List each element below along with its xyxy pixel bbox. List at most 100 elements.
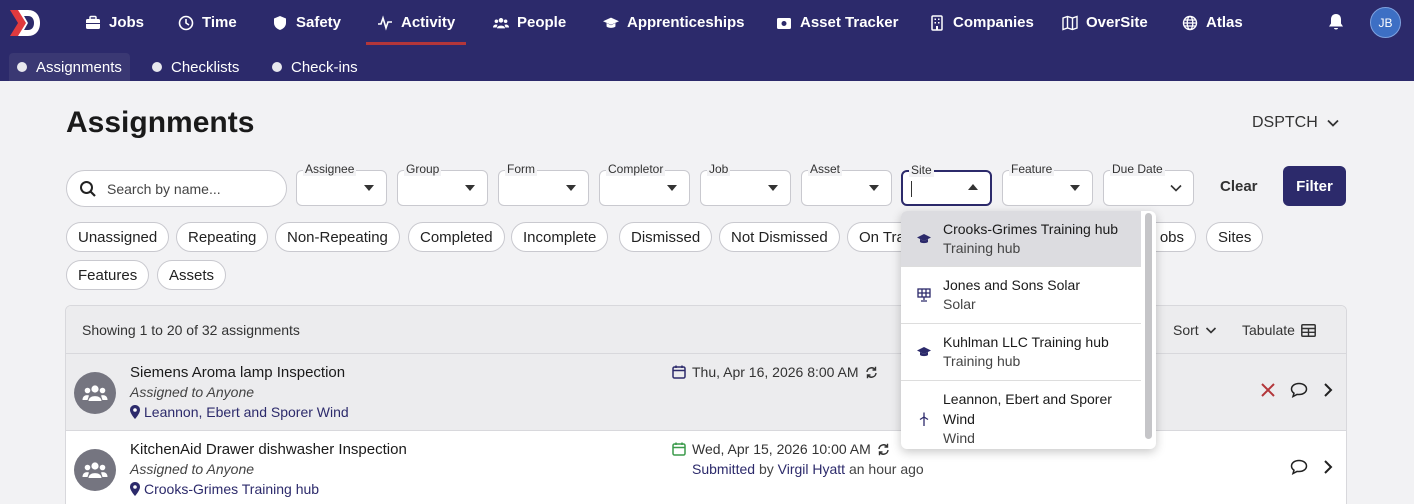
repeat-icon bbox=[865, 366, 877, 378]
chevron-right-icon[interactable] bbox=[1322, 382, 1334, 398]
chip-assets[interactable]: Assets bbox=[157, 260, 227, 290]
assignee-label: Assignee bbox=[303, 162, 357, 176]
nav-atlas[interactable]: Atlas bbox=[1182, 0, 1243, 45]
caret-down-icon bbox=[667, 185, 677, 191]
chip-non-repeating[interactable]: Non-Repeating bbox=[275, 222, 400, 252]
comment-icon[interactable] bbox=[1290, 459, 1308, 475]
nav-oversite-label: OverSite bbox=[1086, 14, 1148, 31]
wind-turbine-icon bbox=[919, 412, 929, 426]
dot-icon bbox=[17, 62, 27, 72]
tabulate-label: Tabulate bbox=[1242, 322, 1295, 338]
chip-completed[interactable]: Completed bbox=[408, 222, 505, 252]
sort-button[interactable]: Sort bbox=[1173, 322, 1217, 338]
asset-select[interactable]: Asset bbox=[801, 162, 892, 206]
chevron-right-icon[interactable] bbox=[1322, 459, 1334, 475]
map-icon bbox=[1062, 15, 1078, 30]
results-count: Showing 1 to 20 of 32 assignments bbox=[82, 322, 300, 338]
filter-button[interactable]: Filter bbox=[1283, 166, 1346, 206]
assignment-title[interactable]: Siemens Aroma lamp Inspection bbox=[130, 364, 345, 381]
app-logo[interactable] bbox=[8, 8, 42, 38]
assignee-select[interactable]: Assignee bbox=[296, 162, 387, 206]
site-option[interactable]: Leannon, Ebert and Sporer Wind Wind bbox=[901, 381, 1141, 449]
nav-safety-label: Safety bbox=[296, 14, 342, 31]
nav-activity[interactable]: Activity bbox=[365, 0, 467, 45]
graduation-cap-icon bbox=[917, 347, 931, 357]
feature-select[interactable]: Feature bbox=[1002, 162, 1093, 206]
location-link[interactable]: Leannon, Ebert and Sporer Wind bbox=[130, 404, 349, 420]
caret-down-icon bbox=[768, 185, 778, 191]
page-title: Assignments bbox=[66, 106, 255, 139]
people-icon bbox=[82, 385, 108, 401]
chip-unassigned[interactable]: Unassigned bbox=[66, 222, 170, 252]
map-pin-icon bbox=[130, 482, 140, 496]
assignment-title[interactable]: KitchenAid Drawer dishwasher Inspection bbox=[130, 441, 407, 458]
nav-people[interactable]: People bbox=[493, 0, 566, 45]
due-date: Thu, Apr 16, 2026 8:00 AM bbox=[672, 364, 878, 380]
site-select[interactable]: Site bbox=[901, 163, 992, 206]
group-label: Group bbox=[404, 162, 442, 176]
nav-apprenticeships[interactable]: Apprenticeships bbox=[603, 0, 745, 45]
nav-atlas-label: Atlas bbox=[1206, 14, 1243, 31]
subnav-assignments[interactable]: Assignments bbox=[9, 53, 130, 81]
nav-oversite[interactable]: OverSite bbox=[1062, 0, 1148, 45]
site-option-type: Training hub bbox=[943, 353, 1021, 369]
chip-repeating[interactable]: Repeating bbox=[176, 222, 269, 252]
subnav-checklists[interactable]: Checklists bbox=[144, 53, 247, 81]
dropdown-scrollbar[interactable] bbox=[1145, 213, 1152, 439]
group-avatar bbox=[74, 449, 116, 491]
subnav-check-ins[interactable]: Check-ins bbox=[264, 53, 366, 81]
user-avatar[interactable]: JB bbox=[1370, 7, 1401, 38]
due-date-select[interactable]: Due Date bbox=[1103, 162, 1194, 206]
group-select[interactable]: Group bbox=[397, 162, 488, 206]
nav-safety[interactable]: Safety bbox=[272, 0, 341, 45]
group-avatar bbox=[74, 372, 116, 414]
calendar-check-icon bbox=[672, 442, 686, 456]
caret-up-icon bbox=[968, 184, 978, 190]
chevron-down-icon bbox=[1170, 184, 1182, 192]
chip-sites[interactable]: Sites bbox=[1206, 222, 1264, 252]
text-cursor bbox=[911, 181, 912, 197]
org-selector[interactable]: DSPTCH bbox=[1252, 114, 1340, 132]
submitter-link[interactable]: Virgil Hyatt bbox=[778, 461, 845, 477]
subnav-checklists-label: Checklists bbox=[171, 58, 240, 76]
chip-features[interactable]: Features bbox=[66, 260, 150, 290]
subnav-check-ins-label: Check-ins bbox=[291, 58, 358, 76]
nav-time[interactable]: Time bbox=[178, 0, 237, 45]
location-link[interactable]: Crooks-Grimes Training hub bbox=[130, 481, 319, 497]
site-option[interactable]: Crooks-Grimes Training hub Training hub bbox=[901, 211, 1141, 267]
tabulate-button[interactable]: Tabulate bbox=[1242, 322, 1316, 338]
site-option-type: Wind bbox=[943, 430, 975, 446]
chip-not-dismissed[interactable]: Not Dismissed bbox=[719, 222, 840, 252]
chip-incomplete[interactable]: Incomplete bbox=[511, 222, 609, 252]
due-date-label: Wed, Apr 15, 2026 10:00 AM bbox=[692, 441, 871, 457]
nav-jobs[interactable]: Jobs bbox=[85, 0, 144, 45]
search-input[interactable] bbox=[107, 180, 267, 197]
calendar-icon bbox=[672, 365, 686, 379]
nav-companies[interactable]: Companies bbox=[929, 0, 1034, 45]
submitted-status[interactable]: Submitted bbox=[692, 461, 755, 477]
nav-asset-tracker-label: Asset Tracker bbox=[800, 14, 899, 31]
due-date: Wed, Apr 15, 2026 10:00 AM bbox=[672, 441, 890, 457]
site-option[interactable]: Kuhlman LLC Training hub Training hub bbox=[901, 324, 1141, 381]
caret-down-icon bbox=[465, 185, 475, 191]
job-select[interactable]: Job bbox=[700, 162, 791, 206]
site-option[interactable]: Jones and Sons Solar Solar bbox=[901, 267, 1141, 324]
dismiss-icon[interactable] bbox=[1260, 382, 1276, 398]
row-actions bbox=[1290, 459, 1334, 475]
form-select[interactable]: Form bbox=[498, 162, 589, 206]
briefcase-icon bbox=[86, 15, 100, 29]
nav-companies-label: Companies bbox=[953, 14, 1034, 31]
completor-select[interactable]: Completor bbox=[599, 162, 690, 206]
clear-button[interactable]: Clear bbox=[1220, 178, 1258, 195]
org-name: DSPTCH bbox=[1252, 114, 1318, 131]
location-label: Leannon, Ebert and Sporer Wind bbox=[144, 404, 349, 420]
search-box[interactable] bbox=[66, 170, 287, 207]
dot-icon bbox=[272, 62, 282, 72]
site-option-type: Training hub bbox=[943, 240, 1021, 256]
nav-asset-tracker[interactable]: Asset Tracker bbox=[776, 0, 898, 45]
bell-icon[interactable] bbox=[1326, 12, 1346, 32]
location-label: Crooks-Grimes Training hub bbox=[144, 481, 320, 497]
chip-dismissed[interactable]: Dismissed bbox=[619, 222, 713, 252]
nav-people-label: People bbox=[517, 14, 567, 31]
comment-icon[interactable] bbox=[1290, 382, 1308, 398]
